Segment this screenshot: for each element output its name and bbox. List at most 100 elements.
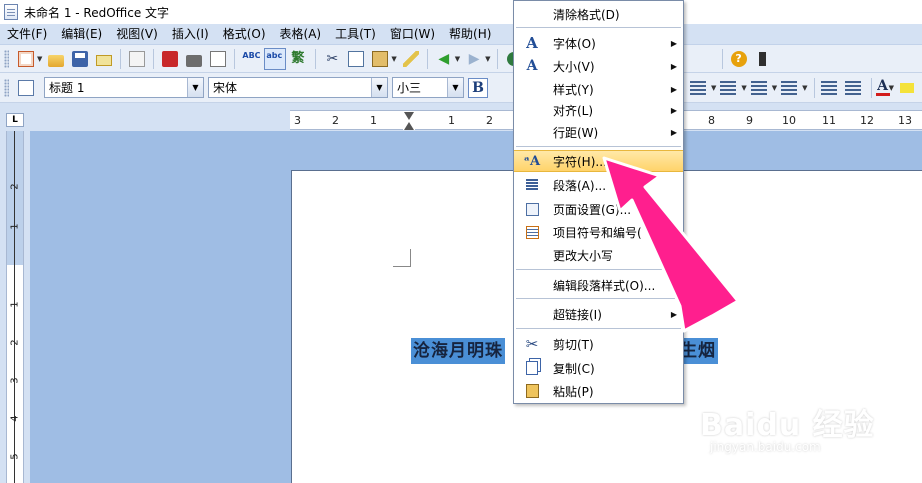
selected-text-left[interactable]: 沧海月明珠 bbox=[411, 338, 505, 364]
toolbar-overflow-button[interactable] bbox=[752, 48, 774, 70]
font-name-value: 宋体 bbox=[213, 81, 238, 95]
chinese-conversion-button[interactable]: 繁 bbox=[288, 48, 310, 70]
menu-item-change-case[interactable]: 更改大小写 bbox=[514, 244, 683, 266]
help-button[interactable]: ? bbox=[728, 48, 750, 70]
edit-file-button[interactable] bbox=[126, 48, 148, 70]
menu-window[interactable]: 窗口(W) bbox=[383, 24, 442, 45]
menu-item-label: 粘贴(P) bbox=[553, 384, 594, 399]
menu-item-clear-formatting[interactable]: 清除格式(D) bbox=[514, 3, 683, 25]
chinese-conversion-icon: 繁 bbox=[291, 50, 305, 66]
menu-separator bbox=[516, 328, 681, 329]
menu-item-cut[interactable]: ✂ 剪切(T) bbox=[514, 333, 683, 355]
menu-help[interactable]: 帮助(H) bbox=[442, 24, 498, 45]
menu-item-character[interactable]: ᵃA 字符(H)... bbox=[514, 150, 683, 172]
toolbar-separator bbox=[721, 48, 723, 69]
new-document-icon bbox=[18, 50, 34, 67]
undo-dropdown-arrow[interactable]: ▼ bbox=[455, 55, 460, 63]
menu-item-paste[interactable]: 粘贴(P) bbox=[514, 380, 683, 402]
dropdown-arrow[interactable]: ▼ bbox=[802, 84, 807, 92]
email-button[interactable] bbox=[93, 48, 115, 70]
highlight-icon[interactable] bbox=[899, 82, 914, 93]
decrease-indent-icon[interactable] bbox=[820, 80, 837, 95]
dropdown-arrow[interactable]: ▼ bbox=[711, 84, 716, 92]
auto-spellcheck-button[interactable]: abc bbox=[264, 47, 287, 70]
menu-edit[interactable]: 编辑(E) bbox=[54, 24, 109, 45]
new-dropdown-arrow[interactable]: ▼ bbox=[37, 55, 42, 63]
bold-button[interactable]: B bbox=[468, 77, 488, 98]
mail-icon bbox=[96, 55, 113, 66]
bullets-icon[interactable] bbox=[750, 80, 767, 95]
title-bar: 未命名 1 - RedOffice 文字 bbox=[0, 0, 922, 24]
menu-item-line-spacing[interactable]: 行距(W) ▶ bbox=[514, 121, 683, 143]
toolbar-separator bbox=[315, 48, 317, 69]
menu-item-hyperlink[interactable]: 超链接(I) ▶ bbox=[514, 303, 683, 325]
menu-item-align[interactable]: 对齐(L) ▶ bbox=[514, 99, 683, 121]
spellcheck-button[interactable]: ABC bbox=[240, 48, 262, 70]
font-size-combo[interactable]: 小三 ▼ bbox=[392, 77, 464, 98]
line-spacing-icon[interactable] bbox=[781, 80, 798, 95]
paste-dropdown-arrow[interactable]: ▼ bbox=[391, 55, 396, 63]
print-preview-button[interactable] bbox=[207, 48, 229, 70]
menu-item-copy[interactable]: 复制(C) bbox=[514, 357, 683, 379]
toolbar-grip[interactable] bbox=[4, 49, 9, 68]
chevron-down-icon[interactable]: ▼ bbox=[447, 78, 463, 97]
menu-view[interactable]: 视图(V) bbox=[109, 24, 165, 45]
export-pdf-button[interactable] bbox=[159, 48, 181, 70]
menu-insert[interactable]: 插入(I) bbox=[165, 24, 216, 45]
ruler-tick: 2 bbox=[9, 183, 21, 190]
menu-separator bbox=[516, 269, 681, 270]
dropdown-arrow[interactable]: ▼ bbox=[772, 84, 777, 92]
selected-text-right[interactable]: 生烟 bbox=[680, 338, 718, 364]
styles-formatting-button[interactable] bbox=[15, 77, 37, 99]
submenu-arrow-icon: ▶ bbox=[670, 105, 677, 115]
menu-item-bullets-numbering[interactable]: 项目符号和编号( bbox=[514, 221, 683, 243]
text-boundary-corner bbox=[393, 249, 411, 267]
copy-button[interactable] bbox=[345, 48, 367, 70]
auto-spellcheck-icon: abc bbox=[266, 50, 283, 60]
cut-button[interactable]: ✂ bbox=[321, 48, 343, 70]
ruler-tick: 5 bbox=[9, 453, 21, 460]
undo-button[interactable]: ◀ bbox=[433, 48, 455, 70]
print-button[interactable] bbox=[183, 48, 205, 70]
paragraph-style-combo[interactable]: 标题 1 ▼ bbox=[44, 77, 204, 98]
new-document-button[interactable] bbox=[15, 48, 37, 70]
font-color-dropdown-arrow[interactable]: ▼ bbox=[889, 84, 894, 92]
menu-item-size[interactable]: A 大小(V) ▶ bbox=[514, 55, 683, 77]
font-A-icon: A bbox=[526, 34, 538, 52]
menu-format[interactable]: 格式(O) bbox=[216, 24, 273, 45]
chevron-down-icon[interactable]: ▼ bbox=[187, 78, 203, 97]
menu-item-paragraph[interactable]: 段落(A)... bbox=[514, 174, 683, 196]
bullets-numbering-icon bbox=[524, 224, 540, 240]
align-justify-icon[interactable] bbox=[690, 80, 706, 95]
font-name-combo[interactable]: 宋体 ▼ bbox=[208, 77, 388, 98]
numbering-icon[interactable] bbox=[720, 80, 737, 95]
redo-button[interactable]: ▶ bbox=[463, 48, 485, 70]
indent-marker[interactable] bbox=[403, 112, 415, 130]
ruler-tick: 2 bbox=[332, 114, 339, 127]
vertical-ruler[interactable]: 2 1 1 2 3 4 5 bbox=[6, 131, 24, 483]
menu-item-page-setup[interactable]: 页面设置(G)... bbox=[514, 198, 683, 220]
menu-item-font[interactable]: A 字体(O) ▶ bbox=[514, 32, 683, 54]
paste-button[interactable] bbox=[369, 48, 391, 70]
submenu-arrow-icon: ▶ bbox=[670, 84, 677, 94]
menu-table[interactable]: 表格(A) bbox=[273, 24, 329, 45]
toolbar-grip[interactable] bbox=[4, 78, 9, 97]
watermark-logo-text: Baidu 经验 bbox=[700, 408, 875, 443]
printer-icon bbox=[186, 54, 203, 67]
increase-indent-icon[interactable] bbox=[844, 80, 861, 95]
menu-item-label: 更改大小写 bbox=[553, 248, 614, 263]
redo-dropdown-arrow[interactable]: ▼ bbox=[485, 55, 490, 63]
open-button[interactable] bbox=[45, 48, 67, 70]
tab-stop-selector[interactable]: L bbox=[6, 113, 24, 127]
menu-item-label: 字体(O) bbox=[553, 36, 596, 51]
menu-file[interactable]: 文件(F) bbox=[0, 24, 54, 45]
format-paintbrush-button[interactable] bbox=[400, 48, 422, 70]
menu-item-style[interactable]: 样式(Y) ▶ bbox=[514, 78, 683, 100]
chevron-down-icon[interactable]: ▼ bbox=[371, 78, 387, 97]
ruler-margin-shade bbox=[7, 131, 23, 265]
save-button[interactable] bbox=[69, 48, 91, 70]
menu-tools[interactable]: 工具(T) bbox=[328, 24, 383, 45]
menu-item-edit-paragraph-style[interactable]: 编辑段落样式(O)... bbox=[514, 274, 683, 296]
dropdown-arrow[interactable]: ▼ bbox=[741, 84, 746, 92]
font-color-button[interactable]: A bbox=[875, 79, 890, 96]
